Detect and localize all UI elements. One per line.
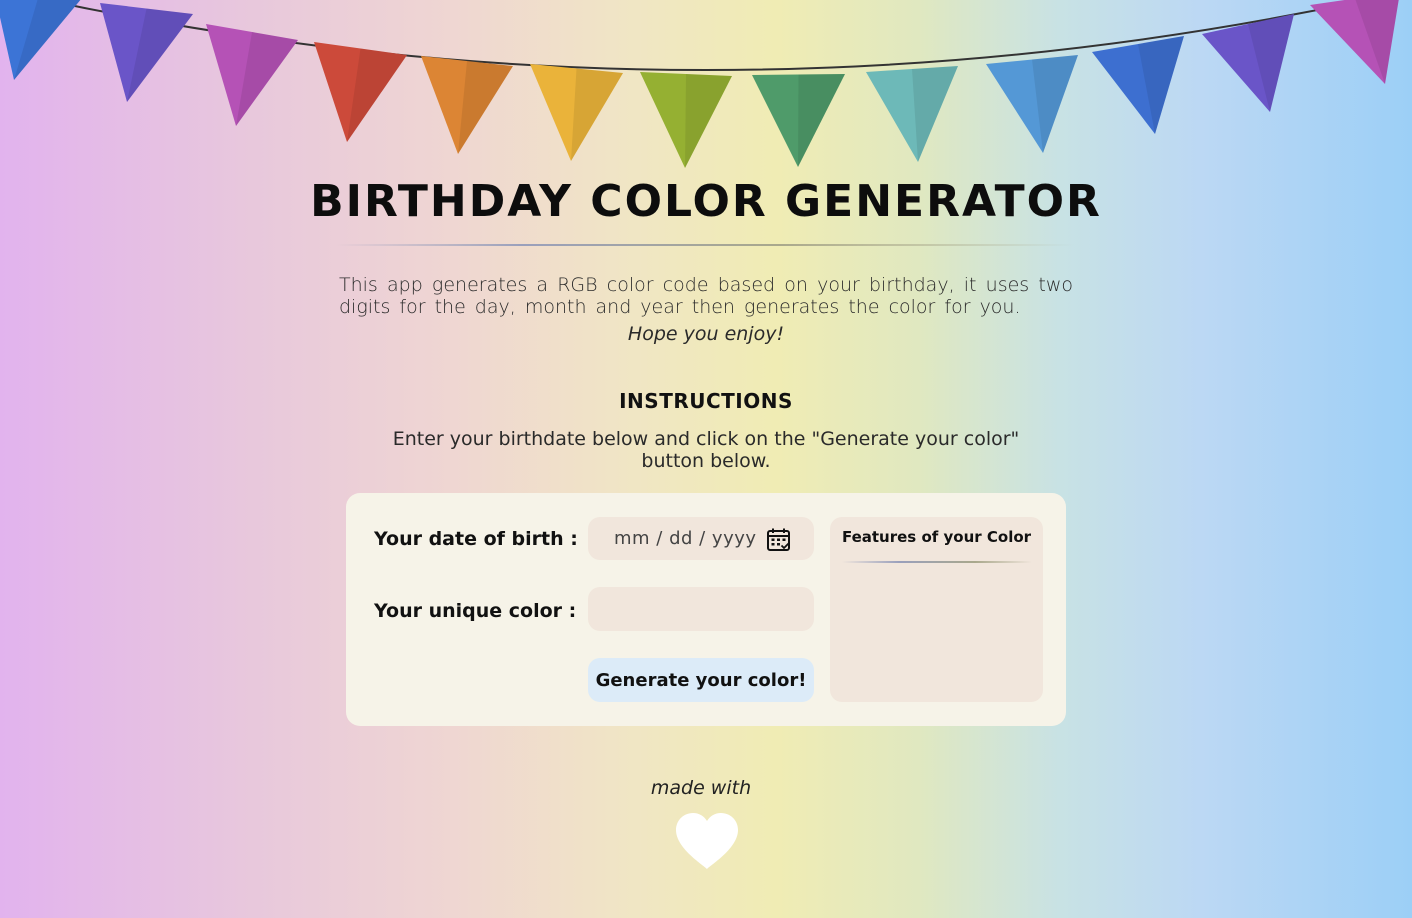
instructions-heading: INSTRUCTIONS — [619, 389, 793, 413]
intro-enjoy: Hope you enjoy! — [627, 323, 785, 345]
intro-description: This app generates a RGB color code base… — [339, 274, 1073, 318]
dob-placeholder: mm / dd / yyyy — [614, 528, 757, 549]
title-divider — [336, 244, 1074, 246]
dob-label: Your date of birth : — [374, 528, 578, 550]
generate-color-button[interactable]: Generate your color! — [588, 658, 814, 702]
unique-color-label: Your unique color : — [374, 600, 577, 622]
features-panel: Features of your Color — [830, 517, 1043, 702]
features-divider — [842, 561, 1032, 563]
dob-input[interactable]: mm / dd / yyyy — [588, 517, 814, 560]
unique-color-output — [588, 587, 814, 631]
heart-icon — [676, 813, 738, 869]
bunting-flag-shade — [685, 74, 732, 168]
generator-card: Your date of birth : mm / dd / yyyy Your… — [346, 493, 1066, 726]
features-title: Features of your Color — [841, 528, 1032, 546]
bunting-flag-shade — [458, 61, 513, 154]
bunting-flag-shade — [571, 68, 623, 161]
calendar-icon[interactable] — [766, 527, 792, 553]
bunting-flag-shade — [798, 74, 845, 167]
bunting-flag-shade — [912, 66, 958, 162]
made-with-text: made with — [650, 777, 752, 799]
instructions-text: Enter your birthdate below and click on … — [392, 428, 1020, 472]
page-title: BIRTHDAY COLOR GENERATOR — [310, 176, 1102, 227]
bunting-decoration — [0, 0, 1399, 168]
